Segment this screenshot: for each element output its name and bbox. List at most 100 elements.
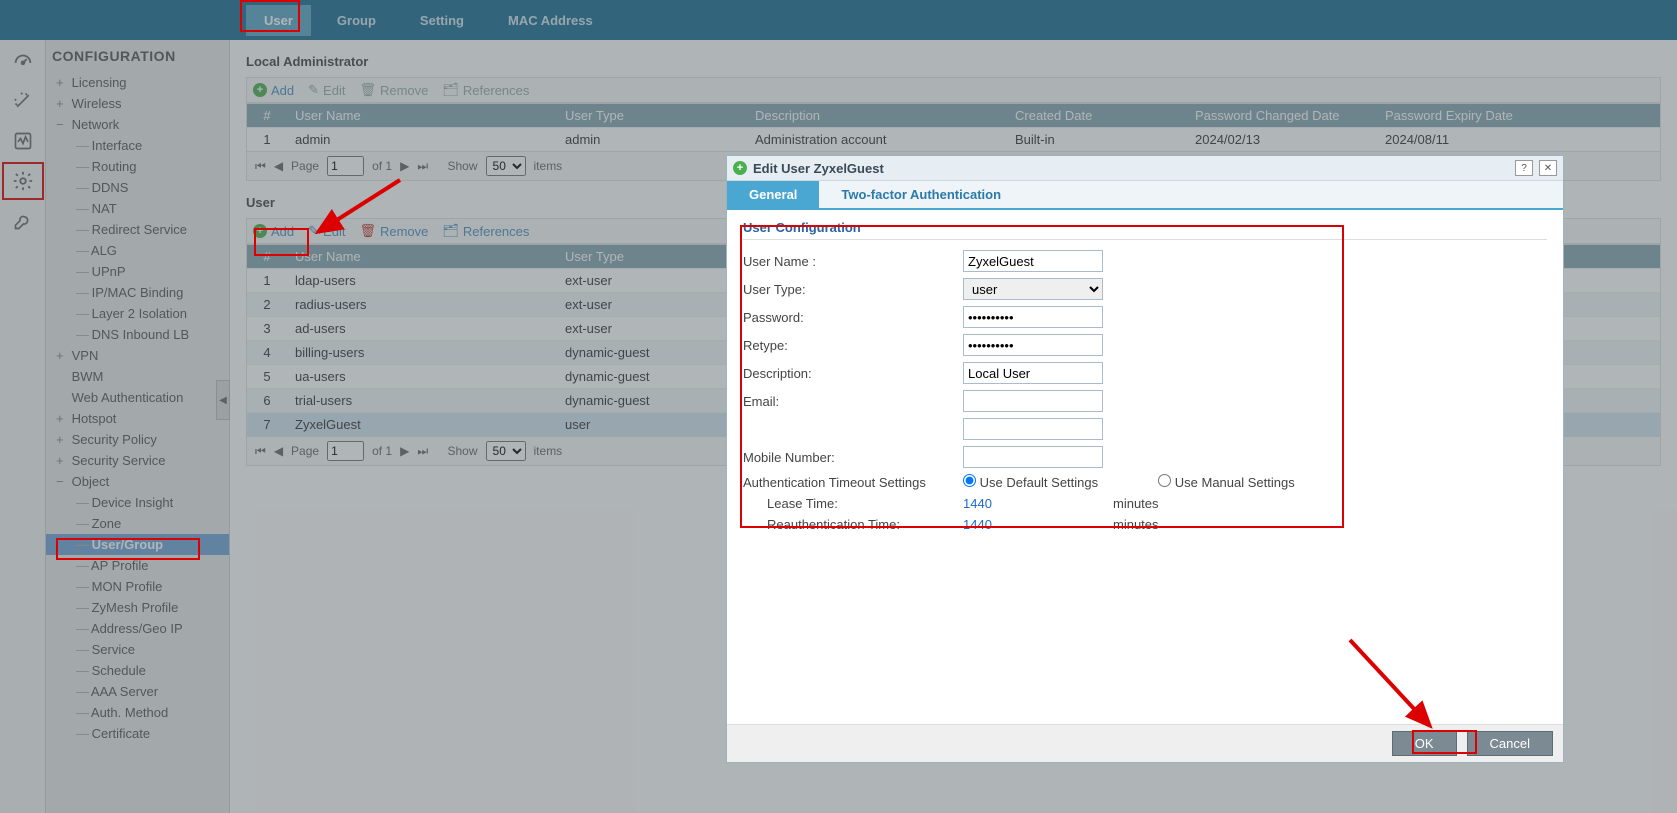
wrench-icon[interactable]: [2, 202, 44, 240]
tab-group[interactable]: Group: [319, 5, 394, 36]
admin-page-input[interactable]: [327, 156, 364, 176]
radio-manual-input[interactable]: [1158, 474, 1171, 487]
tab-mac[interactable]: MAC Address: [490, 5, 611, 36]
col-created[interactable]: Created Date: [1007, 104, 1187, 127]
user-refs-button[interactable]: 🗂 References: [442, 223, 529, 239]
pager-next-icon[interactable]: ▶: [400, 159, 409, 173]
sidebar-item-ip-mac-binding[interactable]: — IP/MAC Binding: [46, 282, 229, 303]
wand-icon[interactable]: [2, 82, 44, 120]
retype-input[interactable]: [963, 334, 1103, 356]
sidebar-item-web-authentication[interactable]: Web Authentication: [46, 387, 229, 408]
sidebar-item-network[interactable]: − Network: [46, 114, 229, 135]
col-username[interactable]: User Name: [287, 245, 557, 268]
col-pwdexpiry[interactable]: Password Expiry Date: [1377, 104, 1527, 127]
sidebar-item-device-insight[interactable]: — Device Insight: [46, 492, 229, 513]
local-admin-title: Local Administrator: [246, 54, 1661, 69]
tab-2fa[interactable]: Two-factor Authentication: [819, 181, 1023, 208]
close-icon[interactable]: ✕: [1539, 160, 1557, 176]
user-page-input[interactable]: [327, 441, 364, 461]
pager-prev-icon[interactable]: ◀: [274, 444, 283, 458]
admin-refs-button[interactable]: 🗂 References: [442, 82, 529, 98]
radio-default-input[interactable]: [963, 474, 976, 487]
admin-row[interactable]: 1 admin admin Administration account Bui…: [247, 127, 1660, 151]
col-index[interactable]: #: [247, 245, 287, 268]
sidebar-item-layer-2-isolation[interactable]: — Layer 2 Isolation: [46, 303, 229, 324]
dashboard-icon[interactable]: [2, 42, 44, 80]
user-pagesize-select[interactable]: 50: [486, 441, 526, 461]
sidebar-item-dns-inbound-lb[interactable]: — DNS Inbound LB: [46, 324, 229, 345]
sidebar-item-zone[interactable]: — Zone: [46, 513, 229, 534]
col-usertype[interactable]: User Type: [557, 104, 747, 127]
sidebar-item-interface[interactable]: — Interface: [46, 135, 229, 156]
col-index[interactable]: #: [247, 104, 287, 127]
gear-icon[interactable]: [2, 162, 44, 200]
dash-icon: —: [76, 495, 88, 510]
sidebar-item-hotspot[interactable]: + Hotspot: [46, 408, 229, 429]
email-input[interactable]: [963, 390, 1103, 412]
sidebar-label: AAA Server: [88, 684, 158, 699]
sidebar-item-nat[interactable]: — NAT: [46, 198, 229, 219]
sidebar-item-bwm[interactable]: BWM: [46, 366, 229, 387]
pager-next-icon[interactable]: ▶: [400, 444, 409, 458]
admin-grid: # User Name User Type Description Create…: [246, 103, 1661, 152]
ok-button[interactable]: OK: [1392, 731, 1457, 756]
col-desc[interactable]: Description: [747, 104, 1007, 127]
sidebar-item-routing[interactable]: — Routing: [46, 156, 229, 177]
usertype-select[interactable]: user: [963, 278, 1103, 300]
help-icon[interactable]: ?: [1515, 160, 1533, 176]
sidebar-item-ddns[interactable]: — DDNS: [46, 177, 229, 198]
admin-remove-button[interactable]: 🗑 Remove: [359, 82, 428, 98]
password-input[interactable]: [963, 306, 1103, 328]
sidebar-item-security-service[interactable]: + Security Service: [46, 450, 229, 471]
sidebar-item-user-group[interactable]: — User/Group: [46, 534, 229, 555]
description-input[interactable]: [963, 362, 1103, 384]
sidebar-item-alg[interactable]: — ALG: [46, 240, 229, 261]
mobile-input[interactable]: [963, 446, 1103, 468]
sidebar-label: Schedule: [88, 663, 146, 678]
radio-default[interactable]: Use Default Settings: [963, 474, 1098, 490]
dash-icon: —: [76, 663, 88, 678]
tab-general[interactable]: General: [727, 181, 819, 208]
sidebar-label: Service: [88, 642, 135, 657]
sidebar-item-zymesh-profile[interactable]: — ZyMesh Profile: [46, 597, 229, 618]
sidebar-item-object[interactable]: − Object: [46, 471, 229, 492]
sidebar-collapse-handle[interactable]: ◀: [216, 380, 230, 420]
admin-pagesize-select[interactable]: 50: [486, 156, 526, 176]
tab-user[interactable]: User: [246, 5, 311, 36]
sidebar-item-aaa-server[interactable]: — AAA Server: [46, 681, 229, 702]
sidebar: CONFIGURATION + Licensing+ Wireless− Net…: [46, 40, 230, 813]
sidebar-label: Licensing: [68, 75, 127, 90]
activity-icon[interactable]: [2, 122, 44, 160]
admin-add-button[interactable]: +Add: [253, 83, 294, 98]
sidebar-label: AP Profile: [88, 558, 148, 573]
col-pwdchanged[interactable]: Password Changed Date: [1187, 104, 1377, 127]
sidebar-item-upnp[interactable]: — UPnP: [46, 261, 229, 282]
sidebar-item-licensing[interactable]: + Licensing: [46, 72, 229, 93]
pager-last-icon[interactable]: ⏭: [417, 444, 428, 459]
pager-prev-icon[interactable]: ◀: [274, 159, 283, 173]
tab-setting[interactable]: Setting: [402, 5, 482, 36]
sidebar-item-ap-profile[interactable]: — AP Profile: [46, 555, 229, 576]
col-username[interactable]: User Name: [287, 104, 557, 127]
radio-manual[interactable]: Use Manual Settings: [1158, 474, 1295, 490]
username-input[interactable]: [963, 250, 1103, 272]
sidebar-item-auth-method[interactable]: — Auth. Method: [46, 702, 229, 723]
sidebar-item-redirect-service[interactable]: — Redirect Service: [46, 219, 229, 240]
email2-input[interactable]: [963, 418, 1103, 440]
pager-first-icon[interactable]: ⏮: [255, 159, 266, 174]
admin-edit-button[interactable]: ✎ Edit: [308, 82, 345, 98]
cancel-button[interactable]: Cancel: [1467, 731, 1553, 756]
sidebar-item-security-policy[interactable]: + Security Policy: [46, 429, 229, 450]
pager-last-icon[interactable]: ⏭: [417, 159, 428, 174]
user-add-button[interactable]: +Add: [253, 224, 294, 239]
sidebar-item-certificate[interactable]: — Certificate: [46, 723, 229, 744]
user-edit-button[interactable]: ✎ Edit: [308, 223, 345, 239]
sidebar-item-wireless[interactable]: + Wireless: [46, 93, 229, 114]
sidebar-item-address-geo-ip[interactable]: — Address/Geo IP: [46, 618, 229, 639]
sidebar-item-schedule[interactable]: — Schedule: [46, 660, 229, 681]
user-remove-button[interactable]: 🗑 Remove: [359, 223, 428, 239]
sidebar-item-mon-profile[interactable]: — MON Profile: [46, 576, 229, 597]
pager-first-icon[interactable]: ⏮: [255, 444, 266, 459]
sidebar-item-service[interactable]: — Service: [46, 639, 229, 660]
sidebar-item-vpn[interactable]: + VPN: [46, 345, 229, 366]
